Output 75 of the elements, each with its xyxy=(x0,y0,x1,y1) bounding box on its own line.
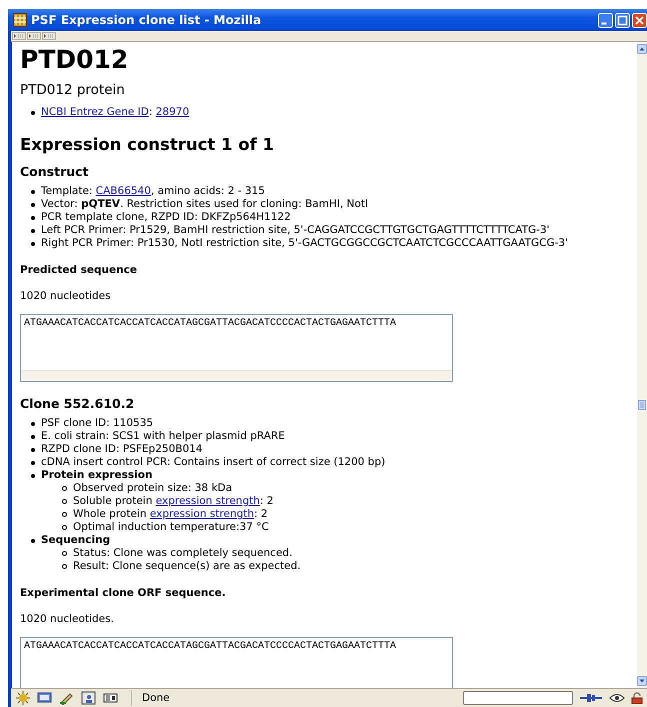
protein-heading: PTD012 protein xyxy=(20,82,126,98)
bullet-icon xyxy=(31,474,35,478)
browser-icon[interactable] xyxy=(15,691,31,705)
list-item: Left PCR Primer: Pr1529, BamHI restriction site, 5'-CAGGATCCGCTTGTGCTGAGTTTTCTTTTCATG-3' xyxy=(41,224,550,237)
list-item: Right PCR Primer: Pr1530, NotI restriction site, 5'-GACTGCGGCCGCTCAATCTCGCCCAATTGAATGCG-3' xyxy=(41,237,568,250)
list-item: Vector: pQTEV. Restriction sites used for cloning: BamHI, NotI xyxy=(41,198,368,211)
lock-icon xyxy=(631,692,643,704)
sequence-heading: Predicted sequence xyxy=(20,264,138,276)
scroll-down-icon[interactable] xyxy=(637,676,647,686)
mail-icon[interactable] xyxy=(37,691,53,705)
address-book-icon[interactable] xyxy=(81,691,97,705)
bullet-icon xyxy=(31,202,35,206)
link[interactable]: expression strength xyxy=(156,495,260,507)
scroll-thumb-icon[interactable] xyxy=(638,400,646,410)
bullet-icon xyxy=(31,538,35,542)
minimize-button[interactable] xyxy=(598,12,613,28)
nucleotide-count: 1020 nucleotides. xyxy=(20,613,115,625)
connection-plug-icon xyxy=(579,692,603,704)
subsection-heading: Clone 552.610.2 xyxy=(20,396,136,411)
scroll-up-icon[interactable] xyxy=(637,44,647,54)
section-heading: Expression construct 1 of 1 xyxy=(20,135,276,154)
bullet-icon xyxy=(31,422,35,426)
list-item: Template: CAB66540, amino acids: 2 - 315 xyxy=(41,185,265,198)
bullet-icon xyxy=(62,551,67,556)
sequence-text: ATGAAACATCACCATCACCATCACCATAGCGATTACGACATCCCCACTACTGAGAATCTTTA xyxy=(24,318,396,329)
list-item: Observed protein size: 38 kDa xyxy=(73,482,232,495)
app-icon xyxy=(13,13,27,27)
window-title: PSF Expression clone list - Mozilla xyxy=(31,13,262,27)
close-button[interactable] xyxy=(632,12,647,28)
bullet-icon xyxy=(62,486,67,491)
nucleotide-count: 1020 nucleotides xyxy=(20,290,112,302)
list-item: Result: Clone sequence(s) are as expected. xyxy=(73,560,301,573)
link[interactable]: CAB66540 xyxy=(96,185,151,197)
bullet-icon xyxy=(62,499,67,504)
list-item: PSF clone ID: 110535 xyxy=(41,417,154,430)
bullet-icon xyxy=(31,228,35,232)
list-item: Whole protein expression strength: 2 xyxy=(73,508,268,521)
list-item: E. coli strain: SCS1 with helper plasmid pRARE xyxy=(41,430,285,443)
list-item: Status: Clone was completely sequenced. xyxy=(73,547,292,560)
composer-icon[interactable] xyxy=(103,691,119,705)
collapsed-toolbar-tab[interactable] xyxy=(12,32,26,40)
list-item: Optimal induction temperature:37 °C xyxy=(73,521,269,534)
page-title: PTD012 xyxy=(20,46,130,74)
bullet-icon xyxy=(31,460,35,464)
pen-icon[interactable] xyxy=(59,691,75,705)
list-item: cDNA insert control PCR: Contains insert of correct size (1200 bp) xyxy=(41,456,386,469)
collapsed-toolbar-tab[interactable] xyxy=(27,32,41,40)
sequence-box[interactable]: ATGAAACATCACCATCACCATCACCATAGCGATTACGACATCCCCACTACTGAGAATCTTTA xyxy=(20,314,453,382)
bullet-icon xyxy=(62,525,67,530)
bullet-icon xyxy=(62,564,67,569)
sequence-text: ATGAAACATCACCATCACCATCACCATAGCGATTACGACATCCCCACTACTGAGAATCTTTA xyxy=(24,641,396,652)
bullet-icon xyxy=(31,242,35,246)
bullet-icon xyxy=(31,448,35,452)
vertical-scrollbar[interactable] xyxy=(637,42,647,688)
bullet-icon xyxy=(62,512,67,517)
list-item: Protein expression xyxy=(41,469,152,482)
list-item: PCR template clone, RZPD ID: DKFZp564H1122 xyxy=(41,211,291,224)
link[interactable]: NCBI Entrez Gene ID xyxy=(41,106,149,118)
bullet-icon xyxy=(31,110,35,114)
bullet-icon xyxy=(31,216,35,220)
list-item: RZPD clone ID: PSFEp250B014 xyxy=(41,443,202,456)
status-text: Done xyxy=(142,692,170,704)
subsection-heading: Construct xyxy=(20,164,90,179)
bullet-icon xyxy=(31,434,35,438)
list-item: Soluble protein expression strength: 2 xyxy=(73,495,274,508)
link[interactable]: 28970 xyxy=(156,106,190,118)
bullet-icon xyxy=(31,190,35,194)
eye-icon xyxy=(609,692,625,704)
collapsed-toolbar-tab[interactable] xyxy=(42,32,56,40)
sequence-heading: Experimental clone ORF sequence. xyxy=(20,587,227,599)
list-item: NCBI Entrez Gene ID: 28970 xyxy=(41,106,190,119)
link[interactable]: expression strength xyxy=(150,508,254,520)
horizontal-scrollbar[interactable] xyxy=(21,370,452,381)
list-item: Sequencing xyxy=(41,534,110,547)
maximize-button[interactable] xyxy=(615,12,630,28)
